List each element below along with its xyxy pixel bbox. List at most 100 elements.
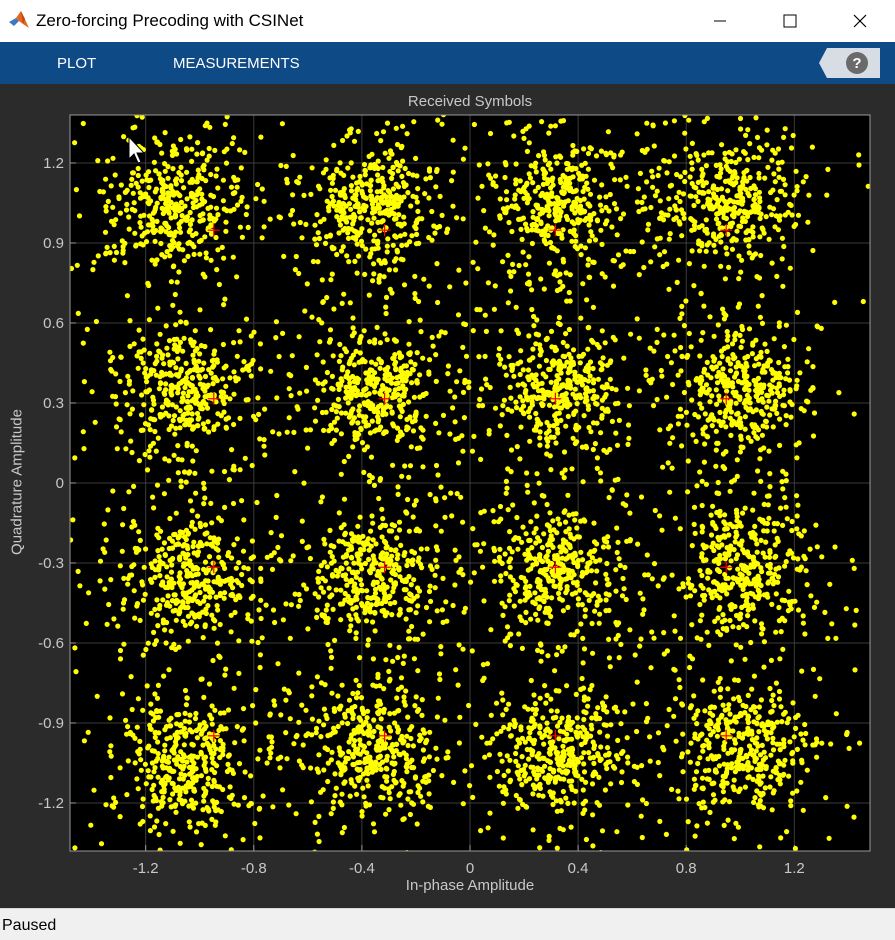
received-symbol-point [737,424,744,431]
received-symbol-point [672,348,678,354]
received-symbol-point [704,359,710,365]
received-symbol-point [255,181,261,188]
received-symbol-point [615,632,621,639]
received-symbol-point [384,207,390,213]
received-symbol-point [778,375,784,381]
received-symbol-point [406,573,412,580]
received-symbol-point [535,228,541,234]
minimize-button[interactable] [685,0,755,42]
received-symbol-point [578,621,584,627]
received-symbol-point [759,293,765,299]
received-symbol-point [406,399,412,405]
received-symbol-point [565,413,571,419]
received-symbol-point [202,495,208,501]
received-symbol-point [528,616,534,622]
received-symbol-point [331,558,337,564]
help-button[interactable]: ? [817,47,881,79]
received-symbol-point [225,552,231,559]
received-symbol-point [409,233,415,239]
received-symbol-point [555,644,561,651]
received-symbol-point [759,225,765,231]
received-symbol-point [521,135,527,141]
received-symbol-point [540,570,547,576]
received-symbol-point [676,257,682,263]
received-symbol-point [699,612,705,618]
received-symbol-point [530,214,536,220]
received-symbol-point [530,346,536,352]
received-symbol-point [722,512,728,518]
received-symbol-point [586,238,593,244]
received-symbol-point [373,406,379,412]
received-symbol-point [520,398,526,404]
received-symbol-point [686,117,692,123]
received-symbol-point [713,463,719,469]
received-symbol-point [259,235,265,241]
received-symbol-point [787,265,793,271]
received-symbol-point [223,416,229,422]
received-symbol-point [398,368,404,374]
received-symbol-point [413,610,419,616]
received-symbol-point [504,485,510,491]
received-symbol-point [750,534,756,540]
received-symbol-point [171,192,177,198]
received-symbol-point [312,222,318,228]
received-symbol-point [389,553,395,559]
received-symbol-point [279,121,285,127]
received-symbol-point [101,521,107,527]
received-symbol-point [722,383,728,389]
received-symbol-point [408,203,414,209]
received-symbol-point [580,188,586,195]
received-symbol-point [769,601,775,608]
close-button[interactable] [825,0,895,42]
received-symbol-point [322,578,328,584]
received-symbol-point [400,180,407,186]
received-symbol-point [749,255,755,261]
received-symbol-point [698,291,704,297]
received-symbol-point [407,350,413,356]
received-symbol-point [375,158,381,164]
received-symbol-point [486,427,492,434]
received-symbol-point [573,233,579,239]
received-symbol-point [567,542,573,548]
received-symbol-point [686,261,693,267]
received-symbol-point [803,568,809,574]
received-symbol-point [342,532,348,538]
received-symbol-point [215,411,221,417]
received-symbol-point [276,431,282,437]
received-symbol-point [229,140,235,147]
received-symbol-point [710,184,716,191]
received-symbol-point [505,300,511,306]
received-symbol-point [182,622,188,628]
received-symbol-point [128,182,134,188]
received-symbol-point [698,374,704,380]
received-symbol-point [93,318,99,325]
received-symbol-point [738,344,744,350]
received-symbol-point [343,560,349,566]
received-symbol-point [625,385,631,391]
received-symbol-point [274,492,280,499]
received-symbol-point [780,486,786,492]
received-symbol-point [120,244,126,250]
received-symbol-point [341,522,347,528]
received-symbol-point [126,489,132,495]
received-symbol-point [226,477,232,483]
received-symbol-point [72,455,78,461]
received-symbol-point [524,225,530,231]
received-symbol-point [196,358,202,364]
received-symbol-point [779,235,786,241]
received-symbol-point [552,668,558,674]
tab-measurements[interactable]: MEASUREMENTS [173,55,300,72]
received-symbol-point [514,327,520,333]
received-symbol-point [678,368,684,374]
received-symbol-point [564,160,570,167]
received-symbol-point [200,164,206,170]
constellation-plot[interactable]: -1.2 -0.8 -0.4 0 0.4 0.8 1.2 1.20.90.60.30-0.3… [0,84,895,908]
received-symbol-point [185,573,191,579]
received-symbol-point [554,195,560,201]
received-symbol-point [722,150,728,156]
received-symbol-point [326,339,333,345]
tab-plot[interactable]: PLOT [57,55,96,72]
maximize-button[interactable] [755,0,825,42]
received-symbol-point [184,568,190,574]
received-symbol-point [747,141,753,147]
